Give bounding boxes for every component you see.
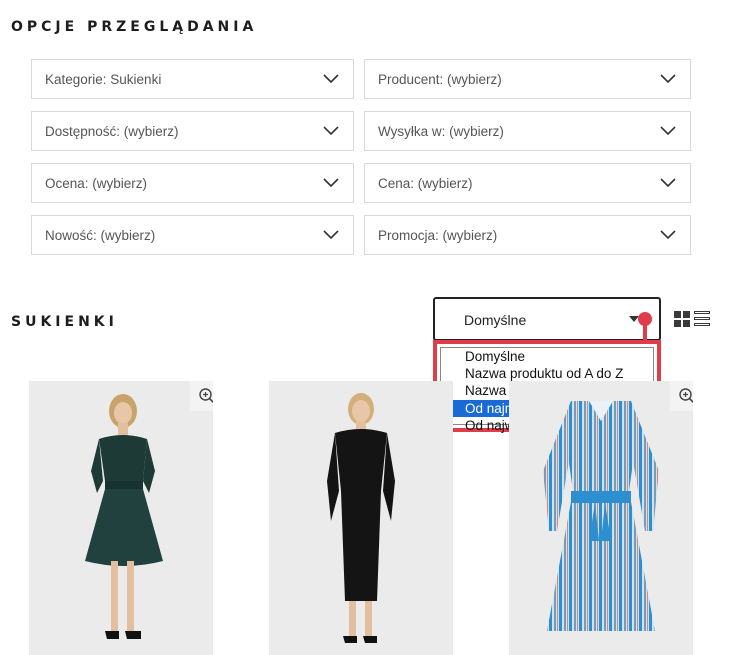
filter-shipping[interactable]: Wysyłka w: (wybierz) [364,111,691,151]
product-photo [327,393,395,643]
filter-label: Promocja: (wybierz) [378,227,498,243]
annotation-marker [638,312,652,326]
product-photo [85,394,163,639]
product-card[interactable] [509,381,693,655]
chevron-down-icon [323,178,339,188]
category-title: SUKIENKI [11,314,118,330]
chevron-down-icon [660,126,676,136]
sort-selected-value: Domyślne [464,312,527,328]
zoom-icon[interactable] [190,381,213,411]
list-view-icon[interactable] [694,311,710,327]
browse-options-title: OPCJE PRZEGLĄDANIA [11,19,258,35]
chevron-down-icon [660,74,676,84]
filter-label: Producent: (wybierz) [378,71,502,87]
filter-category[interactable]: Kategorie: Sukienki [31,59,354,99]
grid-view-icon[interactable] [674,311,690,327]
product-card[interactable] [29,381,213,655]
filter-promotion[interactable]: Promocja: (wybierz) [364,215,691,255]
chevron-down-icon [660,230,676,240]
filter-label: Dostępność: (wybierz) [45,123,179,139]
chevron-down-icon [660,178,676,188]
zoom-icon[interactable] [670,381,693,411]
filter-label: Nowość: (wybierz) [45,227,156,243]
filter-label: Cena: (wybierz) [378,175,473,191]
filter-label: Kategorie: Sukienki [45,71,162,87]
filter-label: Ocena: (wybierz) [45,175,148,191]
sort-option-name-asc[interactable]: Nazwa produktu od A do Z [441,365,653,382]
filter-rating[interactable]: Ocena: (wybierz) [31,163,354,203]
filter-availability[interactable]: Dostępność: (wybierz) [31,111,354,151]
sort-select[interactable]: Domyślne [433,297,661,341]
chevron-down-icon [323,74,339,84]
product-photo [543,401,659,631]
chevron-down-icon [323,126,339,136]
sort-option-default[interactable]: Domyślne [441,348,653,365]
filter-new[interactable]: Nowość: (wybierz) [31,215,354,255]
filter-label: Wysyłka w: (wybierz) [378,123,504,139]
product-card[interactable] [269,381,453,655]
filter-price[interactable]: Cena: (wybierz) [364,163,691,203]
filter-producer[interactable]: Producent: (wybierz) [364,59,691,99]
chevron-down-icon [323,230,339,240]
